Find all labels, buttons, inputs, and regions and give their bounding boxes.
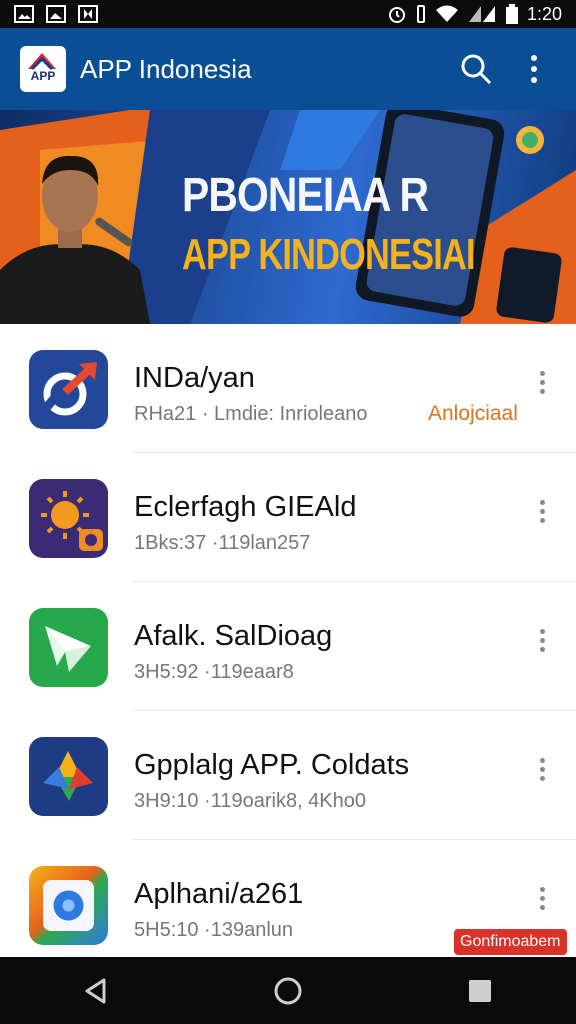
overflow-menu-icon — [531, 55, 537, 83]
app-status-tag: Anlojciaal — [428, 402, 518, 425]
video-icon — [78, 5, 98, 23]
list-item[interactable]: Aplhani/a261 5H5:10 ·139anlun Gonfimoabe… — [0, 840, 576, 969]
alarm-icon — [388, 7, 405, 23]
app-icon-5 — [29, 866, 108, 945]
search-icon — [461, 54, 492, 85]
home-icon — [274, 977, 302, 1004]
list-item[interactable]: INDa/yan RHa21 · Lmdie: Inrioleano Anloj… — [0, 324, 576, 453]
star-triangle-icon — [43, 751, 93, 801]
list-item[interactable]: Eclerfagh GIEAld 1Bks:37 ·119lan257 — [0, 453, 576, 582]
banner-subheadline: APP KINDONESIAI — [182, 230, 476, 279]
list-item[interactable]: Afalk. SalDioag 3H5:92 ·119eaar8 — [0, 582, 576, 711]
presenter-photo — [0, 155, 150, 324]
item-overflow-button[interactable] — [528, 493, 556, 529]
logo-arrow-icon — [28, 53, 56, 71]
app-logo[interactable]: APP — [20, 46, 66, 92]
send-plane-icon — [45, 626, 91, 672]
app-meta: 1Bks:37 ·119lan257 — [134, 532, 311, 554]
logo-text: APP — [30, 69, 56, 83]
camera-lens-icon — [43, 880, 94, 931]
status-bar: 1:20 — [0, 0, 576, 28]
vibrate-icon — [416, 5, 425, 23]
back-icon — [85, 978, 106, 1003]
recents-button[interactable] — [450, 961, 510, 1021]
app-meta: RHa21 · Lmdie: Inrioleano — [134, 403, 368, 425]
item-overflow-button[interactable] — [528, 364, 556, 400]
app-meta: 3H5:92 ·119eaar8 — [134, 661, 294, 683]
item-overflow-button[interactable] — [528, 622, 556, 658]
list-item[interactable]: Gpplalg APP. Coldats 3H9:10 ·119oarik8, … — [0, 711, 576, 840]
clock-time: 1:20 — [526, 3, 562, 24]
navigation-bar — [0, 957, 576, 1024]
app-icon-1 — [29, 350, 108, 429]
signal-icon — [468, 6, 495, 22]
app-icon-3 — [29, 608, 108, 687]
sun-camera-icon — [41, 491, 103, 551]
app-name: Gpplalg APP. Coldats — [134, 749, 410, 781]
item-overflow-button[interactable] — [528, 880, 556, 916]
recents-icon — [469, 979, 491, 1002]
home-button[interactable] — [258, 961, 318, 1021]
app-name: Eclerfagh GIEAld — [134, 491, 357, 523]
wifi-icon — [435, 5, 458, 22]
app-bar: APP APP Indonesia — [0, 28, 576, 110]
app-meta: 3H9:10 ·119oarik8, 4Kho0 — [134, 790, 367, 812]
gallery-icon — [46, 5, 66, 23]
search-button[interactable] — [454, 47, 498, 91]
app-status-badge[interactable]: Gonfimoabem — [454, 929, 567, 955]
app-icon-2 — [29, 479, 108, 558]
arrow-refresh-icon — [37, 362, 97, 417]
app-icon-4 — [29, 737, 108, 816]
banner-headline: PBONEIAA R — [182, 169, 429, 222]
status-left-icons — [14, 5, 98, 23]
app-name: Afalk. SalDioag — [134, 620, 333, 652]
app-name: Aplhani/a261 — [134, 878, 304, 910]
item-overflow-button[interactable] — [528, 751, 556, 787]
app-title: APP Indonesia — [80, 53, 252, 84]
back-button[interactable] — [66, 961, 126, 1021]
app-meta: 5H5:10 ·139anlun — [134, 919, 294, 941]
status-right-icons: 1:20 — [387, 4, 562, 25]
image-icon — [14, 5, 34, 23]
battery-icon — [505, 4, 518, 24]
app-list: INDa/yan RHa21 · Lmdie: Inrioleano Anloj… — [0, 324, 576, 969]
app-name: INDa/yan — [134, 362, 255, 394]
overflow-menu-button[interactable] — [512, 47, 556, 91]
